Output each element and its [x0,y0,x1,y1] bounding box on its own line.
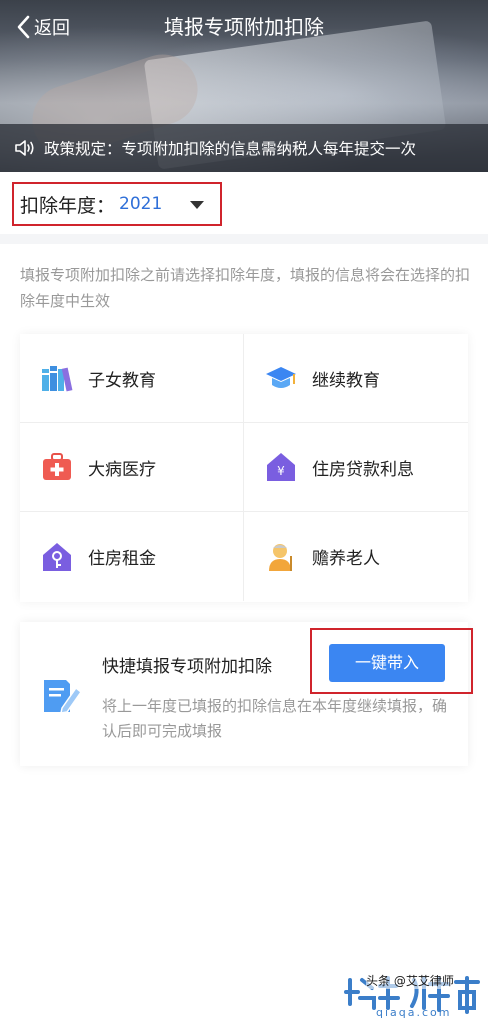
year-selector[interactable]: 扣除年度： 2021 [12,182,222,226]
quick-fill-description: 将上一年度已填报的扣除信息在本年度继续填报，确认后即可完成填报 [102,697,448,740]
watermark-caption: 头条 @艾艾律师 [366,972,454,989]
back-label: 返回 [34,18,70,39]
year-label: 扣除年度： [20,194,116,217]
category-label: 赡养老人 [312,549,380,569]
graduation-cap-icon [266,367,296,388]
edit-document-icon [44,680,83,714]
books-icon [42,366,73,392]
notice-bar: 政策规定：专项附加扣除的信息需纳税人每年提交一次 [0,124,488,172]
category-children-education[interactable]: 子女教育 [20,334,244,423]
house-yuan-icon: ¥ [267,453,295,481]
category-label: 大病医疗 [88,459,156,480]
category-elderly-support[interactable]: 赡养老人 [244,512,468,601]
section-divider [0,234,488,244]
quick-fill-card: 快捷填报专项附加扣除 将上一年度已填报的扣除信息在本年度继续填报，确认后即可完成… [20,622,473,766]
quick-fill-title: 快捷填报专项附加扣除 [102,657,272,677]
watermark-url: qiaqa.com [376,1006,452,1019]
house-key-icon [43,542,71,571]
category-label: 住房贷款利息 [312,459,414,480]
watermark: 头条 @艾艾律师 qiaqa.com [344,972,484,1022]
category-label: 住房租金 [88,549,156,569]
one-click-import-button[interactable]: 一键带入 [329,644,445,682]
year-value: 2021 [119,194,163,214]
category-housing-rent[interactable]: 住房租金 [20,512,244,601]
elder-person-icon [269,543,292,571]
category-housing-loan-interest[interactable]: ¥ 住房贷款利息 [244,423,468,512]
chevron-left-icon [17,15,30,39]
year-tip-text: 填报专项附加扣除之前请选择扣除年度，填报的信息将会在选择的扣除年度中生效 [20,266,471,310]
caret-down-icon [190,201,204,209]
back-button[interactable]: 返回 [16,12,70,42]
category-continuing-education[interactable]: 继续教育 [244,334,468,423]
medical-kit-icon [43,453,71,480]
header-banner: 返回 填报专项附加扣除 政策规定：专项附加扣除的信息需纳税人每年提交一次 [0,0,488,172]
category-label: 子女教育 [88,370,156,391]
year-row: 扣除年度： 2021 [0,172,488,234]
svg-text:¥: ¥ [277,464,285,478]
category-serious-illness[interactable]: 大病医疗 [20,423,244,512]
deduction-category-grid: 子女教育 继续教育 大病医疗 ¥ 住房贷款利息 住房租金 赡养老人 [20,334,468,602]
speaker-icon [15,140,34,156]
notice-text: 政策规定：专项附加扣除的信息需纳税人每年提交一次 [44,140,417,158]
category-label: 继续教育 [312,370,380,391]
